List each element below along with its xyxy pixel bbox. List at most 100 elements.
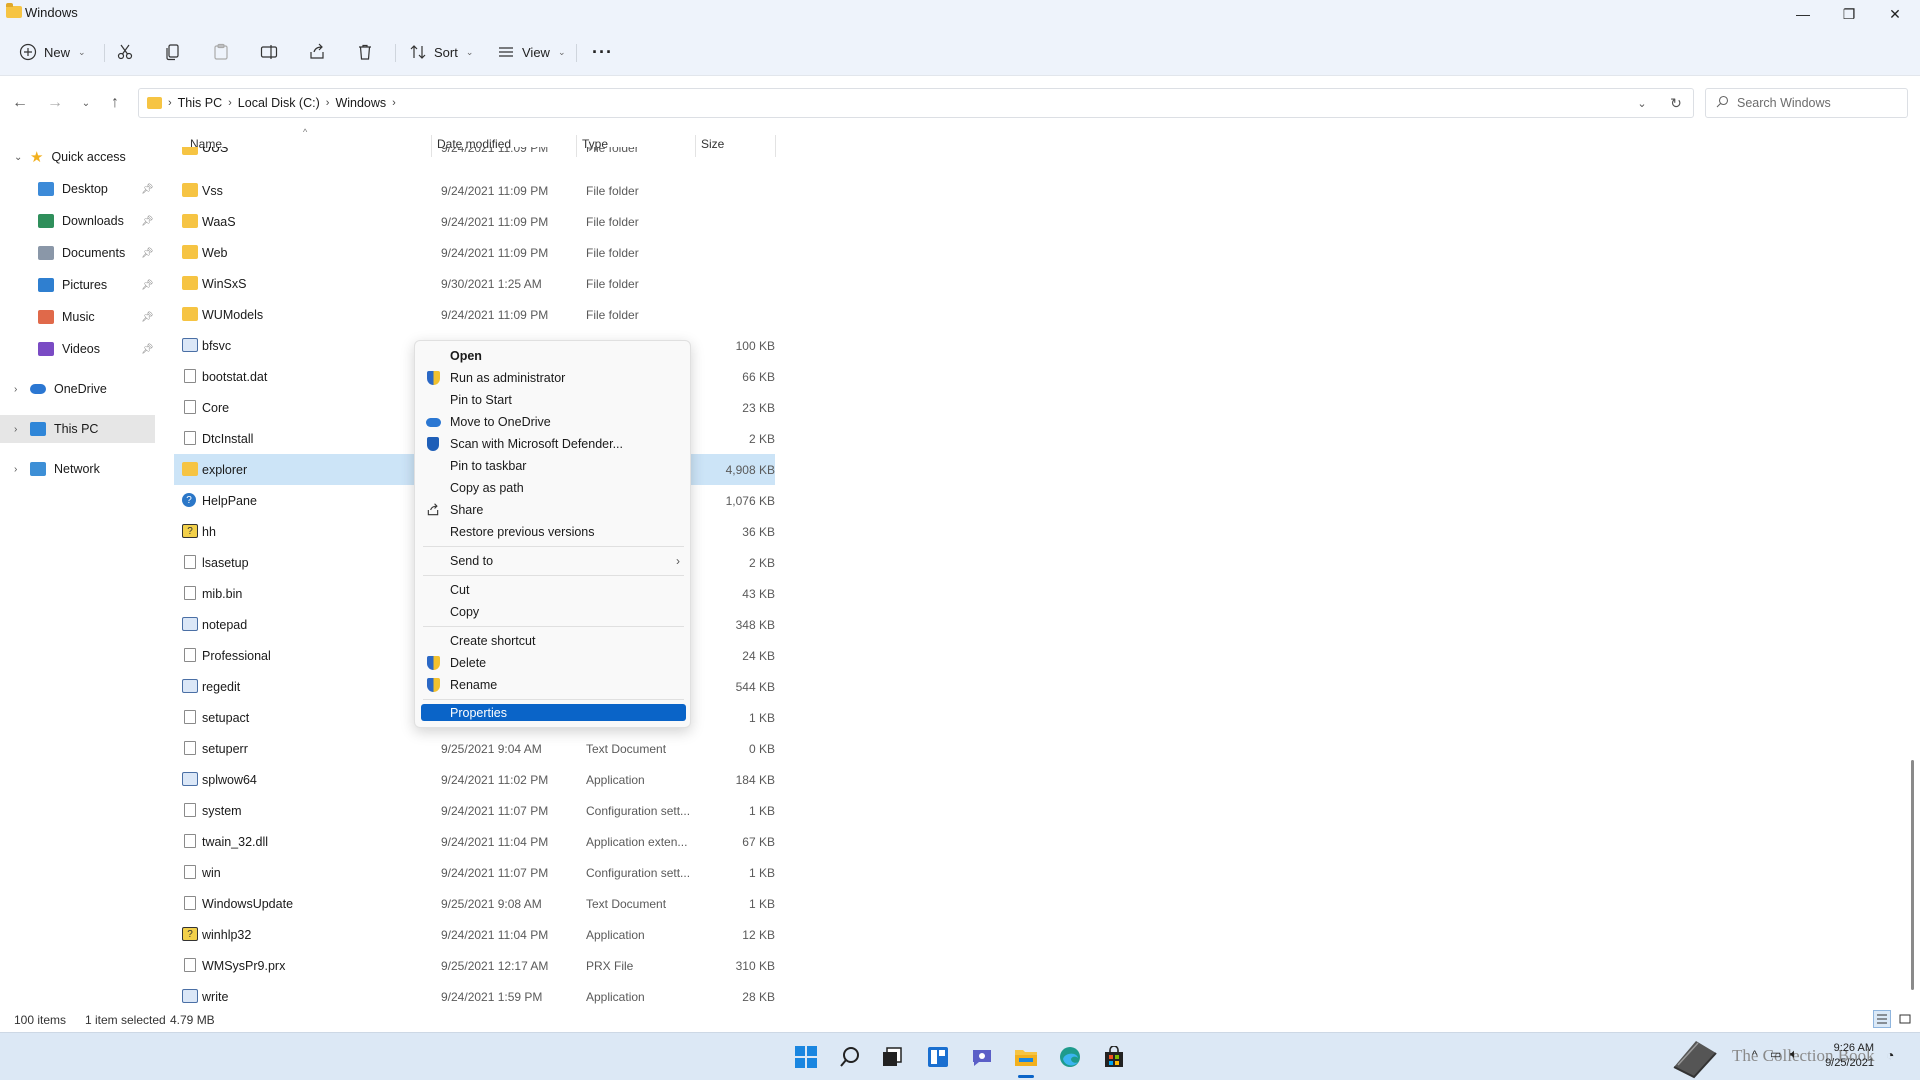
menu-item-delete[interactable]: Delete — [415, 652, 692, 674]
taskbar-search-icon[interactable] — [836, 1043, 864, 1071]
file-size: 43 KB — [742, 586, 775, 601]
table-row[interactable]: UUS 9/24/2021 11:09 PM File folder — [174, 147, 775, 163]
sort-button[interactable]: Sort ⌄ — [408, 36, 473, 68]
more-options-button[interactable]: ··· — [592, 36, 613, 68]
rename-button[interactable] — [259, 36, 279, 68]
sidebar-item-desktop[interactable]: Desktop 📌︎ — [38, 175, 154, 203]
sidebar-item-this-pc[interactable]: › This PC — [0, 415, 155, 443]
system-tray-chevron-icon[interactable]: ^ — [1752, 1049, 1757, 1061]
chevron-down-icon[interactable]: ⌄ — [14, 152, 22, 163]
menu-item-rename[interactable]: Rename — [415, 674, 692, 696]
file-name: winhlp32 — [202, 927, 252, 942]
sidebar-item-music[interactable]: Music 📌︎ — [38, 303, 154, 331]
file-explorer-taskbar-icon[interactable] — [1012, 1043, 1040, 1071]
table-row[interactable]: WMSysPr9.prx 9/25/2021 12:17 AM PRX File 31… — [174, 950, 775, 981]
task-view-icon[interactable] — [878, 1043, 906, 1071]
table-row[interactable]: splwow64 9/24/2021 11:02 PM Application 184… — [174, 764, 775, 795]
table-row[interactable]: Web 9/24/2021 11:09 PM File folder — [174, 237, 775, 268]
menu-item-copy[interactable]: Copy — [415, 601, 692, 623]
details-view-icon[interactable] — [1873, 1010, 1891, 1028]
copy-button[interactable] — [163, 36, 183, 68]
sidebar-item-videos[interactable]: Videos 📌︎ — [38, 335, 154, 363]
taskbar-clock[interactable]: 9:26 AM 9/25/2021 — [1825, 1041, 1874, 1071]
vertical-scrollbar[interactable] — [1911, 760, 1914, 990]
sidebar-item-pictures[interactable]: Pictures 📌︎ — [38, 271, 154, 299]
menu-item-pin-to-taskbar[interactable]: Pin to taskbar — [415, 455, 692, 477]
pin-icon[interactable]: 📌︎ — [141, 216, 154, 227]
tiles-view-icon[interactable] — [1896, 1010, 1914, 1028]
menu-item-send-to[interactable]: Send to › — [415, 550, 692, 572]
chevron-right-icon[interactable]: › — [14, 424, 17, 435]
cut-button[interactable] — [115, 36, 135, 68]
chevron-right-icon[interactable]: › — [14, 384, 17, 395]
share-button[interactable] — [307, 36, 327, 68]
breadcrumb-local-disk[interactable]: Local Disk (C:) — [238, 96, 320, 110]
menu-item-restore-versions[interactable]: Restore previous versions — [415, 521, 692, 543]
menu-item-pin-to-start[interactable]: Pin to Start — [415, 389, 692, 411]
back-arrow-icon[interactable]: ← — [8, 91, 32, 115]
menu-item-cut[interactable]: Cut — [415, 579, 692, 601]
paste-button[interactable] — [211, 36, 231, 68]
menu-item-scan-defender[interactable]: Scan with Microsoft Defender... — [415, 433, 692, 455]
column-divider[interactable] — [775, 135, 776, 157]
maximize-button[interactable]: ❐ — [1826, 0, 1872, 28]
chevron-right-icon[interactable]: › — [14, 464, 17, 475]
file-size: 348 KB — [735, 617, 775, 632]
start-windows-icon[interactable] — [792, 1043, 820, 1071]
search-input[interactable]: Search Windows — [1705, 88, 1908, 118]
menu-item-run-as-admin[interactable]: Run as administrator — [415, 367, 692, 389]
teams-chat-icon[interactable] — [968, 1043, 996, 1071]
table-row[interactable]: WaaS 9/24/2021 11:09 PM File folder — [174, 206, 775, 237]
table-row[interactable]: WindowsUpdate 9/25/2021 9:08 AM Text Docum… — [174, 888, 775, 919]
menu-item-share[interactable]: Share — [415, 499, 692, 521]
pin-icon[interactable]: 📌︎ — [141, 344, 154, 355]
table-row[interactable]: win 9/24/2021 11:07 PM Configuration sett.… — [174, 857, 775, 888]
copy-icon — [163, 42, 183, 62]
table-row[interactable]: WinSxS 9/30/2021 1:25 AM File folder — [174, 268, 775, 299]
widgets-icon[interactable] — [924, 1043, 952, 1071]
documents-icon — [38, 246, 54, 260]
pin-icon[interactable]: 📌︎ — [141, 280, 154, 291]
volume-icon[interactable]: 🔈︎ — [1790, 1046, 1798, 1062]
recent-locations-icon[interactable]: ⌄ — [74, 91, 98, 115]
menu-item-open[interactable]: Open — [415, 345, 692, 367]
table-row[interactable]: Vss 9/24/2021 11:09 PM File folder — [174, 175, 775, 206]
menu-item-copy-as-path[interactable]: Copy as path — [415, 477, 692, 499]
pin-icon[interactable]: 📌︎ — [141, 184, 154, 195]
sidebar-item-downloads[interactable]: Downloads 📌︎ — [38, 207, 154, 235]
edge-browser-icon[interactable] — [1056, 1043, 1084, 1071]
table-row[interactable]: ? winhlp32 9/24/2021 11:04 PM Application 12… — [174, 919, 775, 950]
forward-arrow-icon[interactable]: → — [43, 91, 67, 115]
table-row[interactable]: system 9/24/2021 11:07 PM Configuration se… — [174, 795, 775, 826]
network-status-icon[interactable]: ▭ — [1770, 1047, 1781, 1061]
refresh-icon[interactable]: ↻ — [1659, 95, 1693, 112]
table-row[interactable]: setuperr 9/25/2021 9:04 AM Text Document 0 … — [174, 733, 775, 764]
minimize-button[interactable]: — — [1780, 0, 1826, 28]
breadcrumb-windows[interactable]: Windows — [335, 96, 386, 110]
sidebar-item-network[interactable]: › Network — [14, 455, 100, 483]
pin-icon[interactable]: 📌︎ — [141, 248, 154, 259]
pin-icon[interactable]: 📌︎ — [141, 312, 154, 323]
table-row[interactable]: write 9/24/2021 1:59 PM Application 28 KB — [174, 981, 775, 1012]
notifications-icon[interactable]: ◔ — [1886, 1047, 1894, 1063]
address-bar[interactable]: › This PC › Local Disk (C:) › Windows › … — [138, 88, 1694, 118]
up-arrow-icon[interactable]: ↑ — [103, 91, 127, 115]
menu-item-create-shortcut[interactable]: Create shortcut — [415, 630, 692, 652]
sidebar-item-documents[interactable]: Documents 📌︎ — [38, 239, 154, 267]
address-dropdown-icon[interactable]: ⌄ — [1625, 97, 1659, 110]
delete-button[interactable] — [355, 36, 375, 68]
microsoft-store-icon[interactable] — [1100, 1043, 1128, 1071]
sidebar-item-quick-access[interactable]: ⌄ ★ Quick access — [14, 143, 126, 171]
menu-item-properties[interactable]: Properties — [421, 704, 686, 721]
breadcrumb-this-pc[interactable]: This PC — [178, 96, 222, 110]
view-button[interactable]: View ⌄ — [496, 36, 566, 68]
menu-item-move-to-onedrive[interactable]: Move to OneDrive — [415, 411, 692, 433]
table-row[interactable]: WUModels 9/24/2021 11:09 PM File folder — [174, 299, 775, 330]
table-row[interactable]: twain_32.dll 9/24/2021 11:04 PM Applicatio… — [174, 826, 775, 857]
document-icon — [184, 555, 196, 569]
close-button[interactable]: ✕ — [1872, 0, 1918, 28]
sidebar-item-onedrive[interactable]: › OneDrive — [14, 375, 107, 403]
file-name: Vss — [202, 183, 223, 198]
new-button[interactable]: New ⌄ — [18, 36, 86, 68]
view-list-icon — [496, 42, 516, 62]
